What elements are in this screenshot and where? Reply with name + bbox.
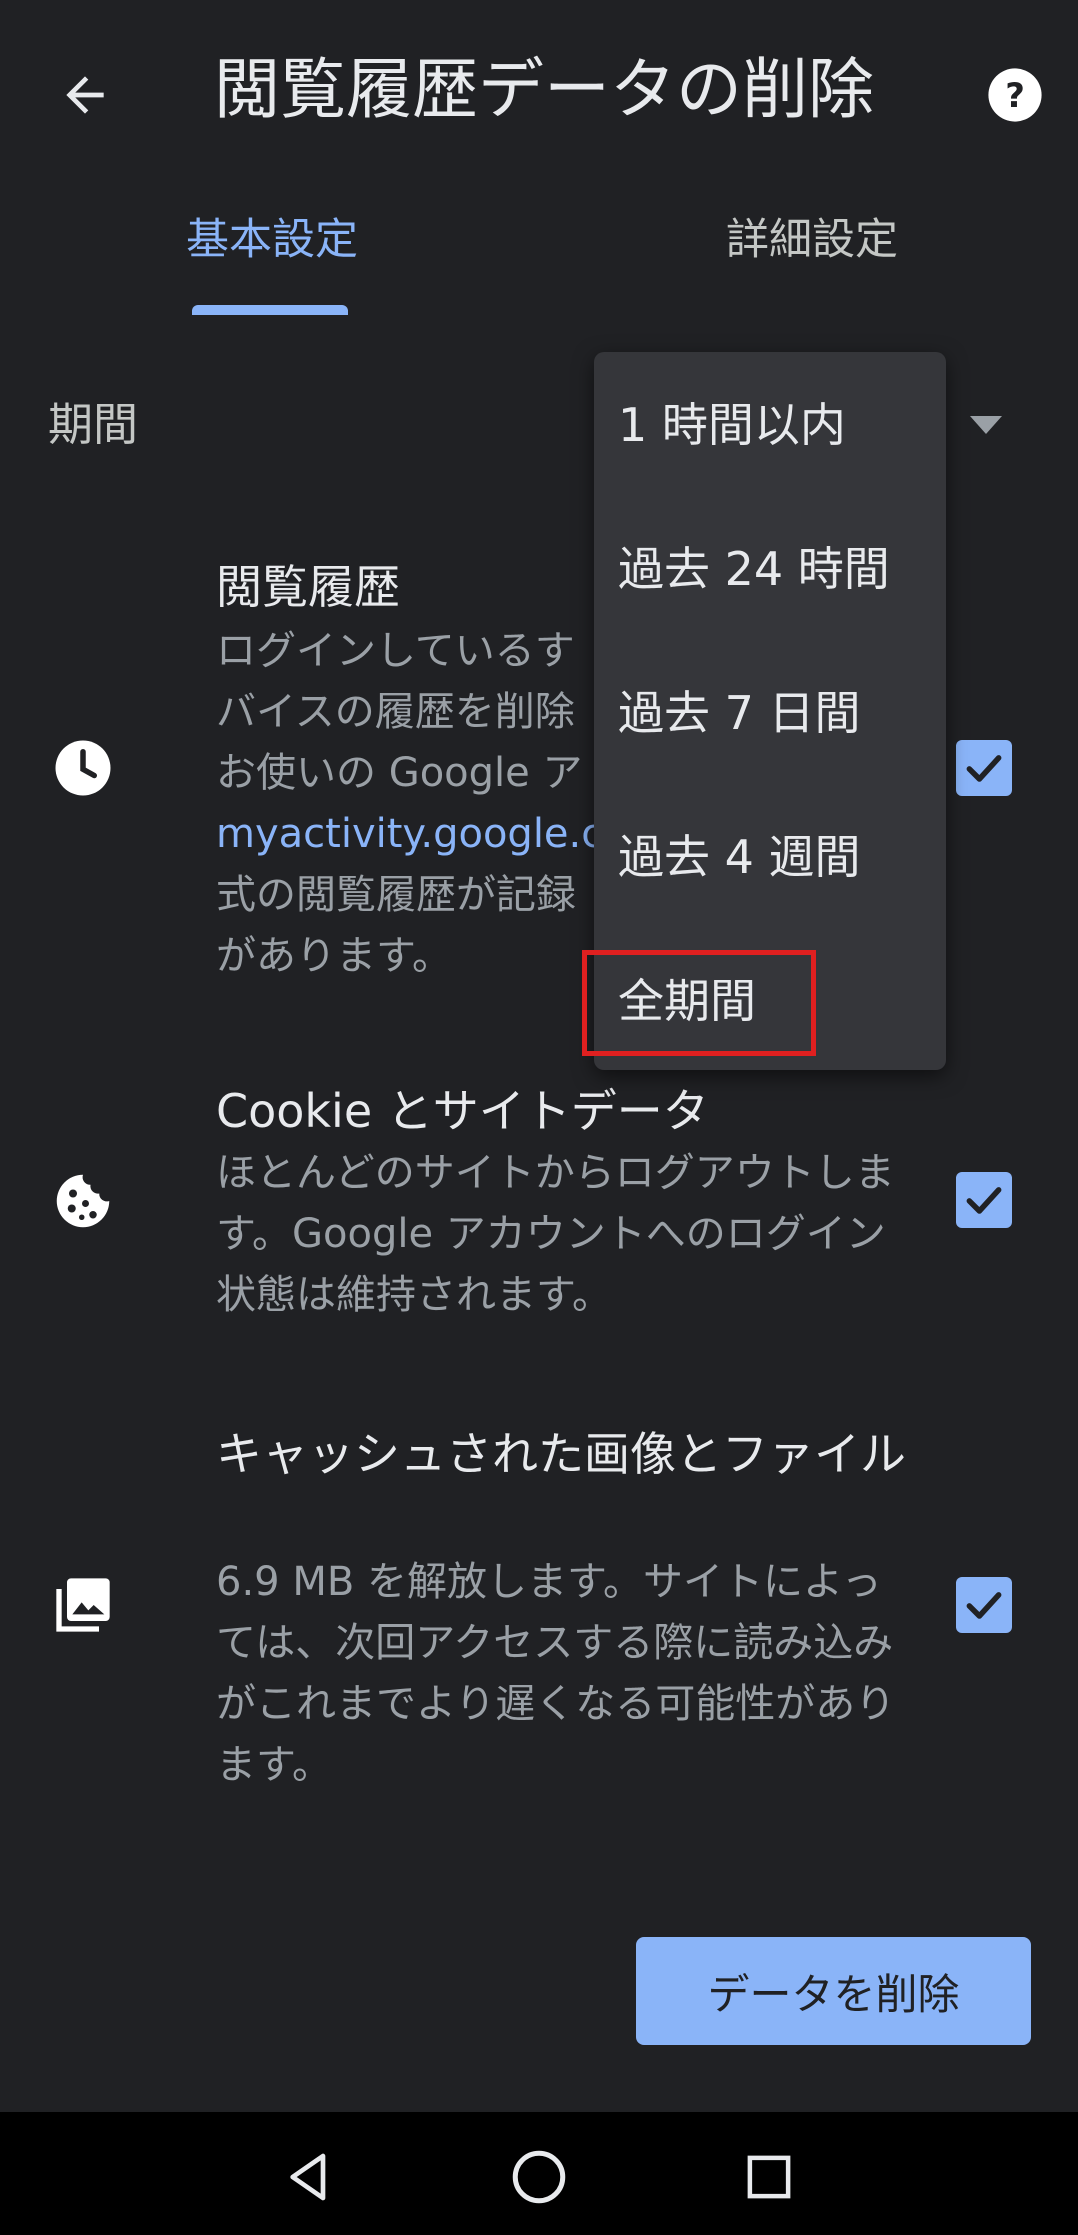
cache-desc: 6.9 MB を解放します。サイトによっては、次回アクセスする際に読み込みがこれ… [216, 1559, 896, 1788]
check-icon [966, 1592, 1002, 1619]
cookie-title: Cookie とサイトデータ [216, 1084, 709, 1138]
check-icon [966, 755, 1002, 782]
arrow-back-icon [66, 76, 104, 114]
help-circle-icon: ? [988, 68, 1042, 122]
cookie-checkbox[interactable] [956, 1172, 1012, 1228]
tab-indicator [192, 305, 348, 315]
cookie-icon [48, 1166, 118, 1236]
cookie-desc: ほとんどのサイトからログアウトします。Google アカウントへのログイン状態は… [216, 1150, 895, 1318]
svg-text:?: ? [1005, 76, 1025, 115]
menu-item-1-hour[interactable]: 1 時間以内 [618, 390, 846, 460]
page-title: 閲覧履歴データの削除 [214, 51, 874, 128]
tab-advanced[interactable]: 詳細設定 [726, 210, 898, 270]
period-label: 期間 [48, 398, 139, 451]
menu-item-7-days[interactable]: 過去 7 日間 [618, 678, 861, 748]
nav-recents-square-icon[interactable] [724, 2132, 814, 2222]
nav-home-circle-icon[interactable] [494, 2132, 584, 2222]
nav-back-triangle-icon[interactable] [264, 2132, 354, 2222]
help-button[interactable]: ? [970, 50, 1060, 140]
tab-basic[interactable]: 基本設定 [186, 210, 358, 270]
menu-item-24-hours[interactable]: 過去 24 時間 [618, 534, 890, 604]
delete-data-button[interactable]: データを削除 [636, 1937, 1031, 2045]
menu-item-4-weeks[interactable]: 過去 4 週間 [618, 822, 861, 892]
back-button[interactable] [40, 50, 130, 140]
check-icon [966, 1187, 1002, 1214]
cache-checkbox[interactable] [956, 1577, 1012, 1633]
image-stack-icon [48, 1570, 118, 1640]
highlight-box [582, 950, 816, 1056]
dropdown-arrow-icon[interactable] [966, 410, 1006, 440]
history-checkbox[interactable] [956, 740, 1012, 796]
cache-title: キャッシュされた画像とファイル [216, 1427, 906, 1481]
clock-icon [48, 733, 118, 803]
history-title: 閲覧履歴 [216, 560, 400, 614]
